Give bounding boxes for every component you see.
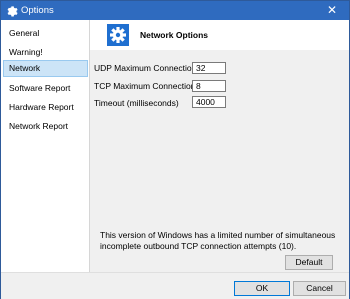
tcp-max-connections-input[interactable]	[192, 80, 226, 92]
page-title: Network Options	[140, 30, 209, 40]
sidebar-item-software-report[interactable]: Software Report	[3, 80, 88, 97]
title-bar[interactable]: Options ✕	[1, 1, 349, 21]
gear-icon	[5, 4, 18, 17]
sidebar-item-warning[interactable]: Warning!	[3, 44, 88, 61]
sidebar-item-hardware-report[interactable]: Hardware Report	[3, 99, 88, 116]
cancel-button[interactable]: Cancel	[293, 281, 346, 296]
connection-limit-note: This version of Windows has a limited nu…	[100, 230, 336, 251]
panel-header: Network Options	[90, 20, 349, 50]
sidebar-item-network[interactable]: Network	[3, 60, 88, 77]
gear-icon	[107, 24, 129, 46]
sidebar-item-general[interactable]: General	[3, 25, 88, 42]
network-options-panel: Network Options UDP Maximum Connections …	[90, 20, 349, 272]
close-icon[interactable]: ✕	[315, 1, 349, 21]
timeout-input[interactable]	[192, 96, 226, 108]
udp-max-connections-input[interactable]	[192, 62, 226, 74]
udp-max-connections-label: UDP Maximum Connections	[94, 63, 201, 73]
default-button[interactable]: Default	[285, 255, 333, 270]
tcp-max-connections-label: TCP Maximum Connections	[94, 81, 200, 91]
window-title: Options	[21, 5, 54, 16]
sidebar: General Warning! Network Software Report…	[1, 20, 90, 272]
timeout-label: Timeout (milliseconds)	[94, 98, 179, 108]
dialog-footer: OK Cancel	[1, 272, 349, 299]
options-window: Options ✕ General Warning! Network Softw…	[0, 0, 350, 299]
sidebar-item-network-report[interactable]: Network Report	[3, 118, 88, 135]
ok-button[interactable]: OK	[234, 281, 290, 296]
